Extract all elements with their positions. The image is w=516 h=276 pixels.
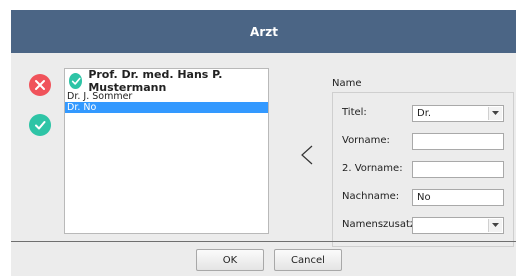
chevron-down-icon bbox=[488, 107, 502, 120]
vorname-label: Vorname: bbox=[342, 135, 390, 146]
namenszusatz-label: Namenszusatz: bbox=[342, 219, 419, 230]
close-icon bbox=[35, 80, 45, 90]
transfer-left-button[interactable] bbox=[297, 140, 317, 170]
vorname-field[interactable] bbox=[412, 133, 504, 150]
list-item-selected[interactable]: Dr. No bbox=[65, 102, 268, 113]
name-group: Titel: Dr. Vorname: 2. Vorname: Nachname… bbox=[332, 92, 514, 247]
chevron-left-icon bbox=[301, 145, 313, 165]
doctor-list[interactable]: Prof. Dr. med. Hans P. Mustermann Dr. J.… bbox=[64, 68, 269, 234]
list-header: Prof. Dr. med. Hans P. Mustermann bbox=[65, 68, 268, 94]
titel-select[interactable]: Dr. bbox=[412, 105, 504, 122]
cancel-button[interactable]: Cancel bbox=[274, 249, 342, 271]
nachname-field[interactable]: No bbox=[412, 189, 504, 206]
check-icon bbox=[35, 121, 46, 130]
name-group-title: Name bbox=[332, 78, 362, 89]
dialog-titlebar: Arzt bbox=[11, 10, 516, 53]
footer-divider bbox=[11, 241, 516, 242]
delete-button[interactable] bbox=[29, 74, 51, 96]
dialog-title: Arzt bbox=[250, 24, 278, 39]
titel-label: Titel: bbox=[342, 107, 367, 118]
chevron-down-icon bbox=[488, 219, 502, 232]
ok-button[interactable]: OK bbox=[196, 249, 264, 271]
vorname2-field[interactable] bbox=[412, 161, 504, 178]
arzt-dialog: Arzt Prof. Dr. med. Hans P. Mustermann D… bbox=[11, 10, 516, 276]
check-circle-icon bbox=[69, 73, 83, 89]
vorname2-label: 2. Vorname: bbox=[342, 163, 403, 174]
titel-value: Dr. bbox=[417, 108, 432, 119]
nachname-label: Nachname: bbox=[342, 191, 400, 202]
namenszusatz-select[interactable] bbox=[412, 217, 504, 234]
confirm-button[interactable] bbox=[29, 114, 51, 136]
